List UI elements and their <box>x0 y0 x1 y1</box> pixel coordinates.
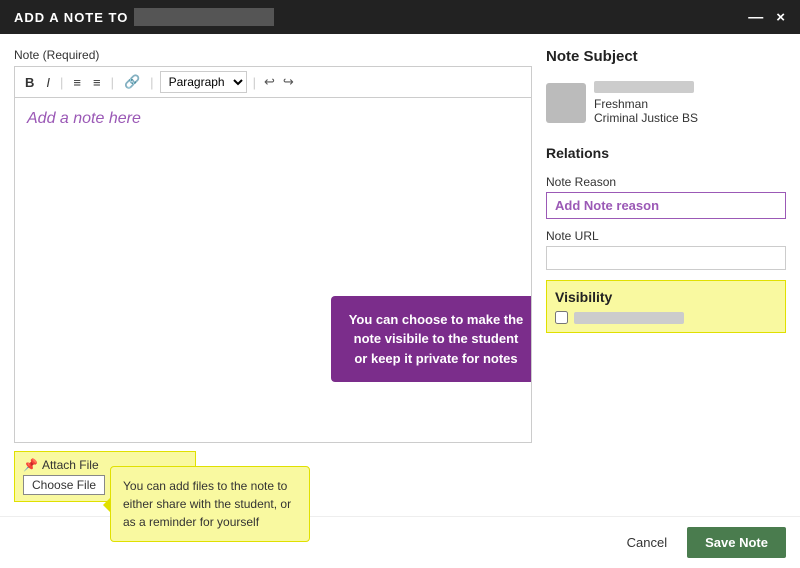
relations-title: Relations <box>546 145 786 161</box>
note-reason-label: Note Reason <box>546 175 786 189</box>
visibility-section: Visibility <box>546 280 786 333</box>
right-column: Note Subject Freshman Criminal Justice B… <box>546 48 786 443</box>
subject-profile: Freshman Criminal Justice BS <box>546 81 786 125</box>
subject-grade: Freshman <box>594 97 698 111</box>
modal-container: ADD A NOTE TO — × Note (Required) B I | … <box>0 0 800 568</box>
editor-toolbar: B I | ≡ ≡ | 🔗 | Paragraph | ↩ ↪ <box>14 66 532 97</box>
visibility-callout: You can choose to make the note visibile… <box>331 296 532 383</box>
note-url-label: Note URL <box>546 229 786 243</box>
note-reason-field: Note Reason Add Note reason <box>546 175 786 219</box>
toolbar-divider-1: | <box>60 75 63 90</box>
redo-button[interactable]: ↪ <box>281 72 296 92</box>
choose-file-button[interactable]: Choose File <box>23 475 105 495</box>
visibility-checkbox[interactable] <box>555 311 568 324</box>
note-url-input[interactable] <box>546 246 786 270</box>
ordered-list-button[interactable]: ≡ <box>89 73 105 92</box>
modal-body: Note (Required) B I | ≡ ≡ | 🔗 | Paragrap… <box>0 34 800 443</box>
visibility-check-label <box>574 312 684 324</box>
left-column: Note (Required) B I | ≡ ≡ | 🔗 | Paragrap… <box>14 48 532 443</box>
toolbar-divider-3: | <box>150 75 153 90</box>
link-button[interactable]: 🔗 <box>120 72 144 92</box>
minimize-button[interactable]: — <box>748 9 764 26</box>
save-note-button[interactable]: Save Note <box>687 527 786 558</box>
italic-button[interactable]: I <box>42 73 54 92</box>
bottom-area: 📌 Attach File Choose File No file chosen… <box>0 443 800 512</box>
close-button[interactable]: × <box>776 9 786 26</box>
unordered-list-button[interactable]: ≡ <box>69 73 85 92</box>
toolbar-divider-4: | <box>253 75 256 90</box>
paragraph-select[interactable]: Paragraph <box>160 71 247 93</box>
note-subject-title: Note Subject <box>546 48 786 65</box>
editor-area[interactable]: Add a note here You can choose to make t… <box>14 97 532 443</box>
file-callout: You can add files to the note to either … <box>110 466 310 542</box>
cancel-button[interactable]: Cancel <box>617 529 677 556</box>
subject-major: Criminal Justice BS <box>594 111 698 125</box>
bold-button[interactable]: B <box>21 73 38 92</box>
visibility-check-row <box>555 311 777 324</box>
title-prefix: ADD A NOTE TO <box>14 10 128 25</box>
modal-header: ADD A NOTE TO — × <box>0 0 800 34</box>
visibility-title: Visibility <box>555 289 777 305</box>
modal-controls: — × <box>748 9 786 26</box>
note-url-field: Note URL <box>546 229 786 270</box>
undo-button[interactable]: ↩ <box>262 72 277 92</box>
add-note-reason-button[interactable]: Add Note reason <box>546 192 786 219</box>
editor-placeholder: Add a note here <box>27 110 519 128</box>
note-required-label: Note (Required) <box>14 48 532 62</box>
paperclip-icon: 📌 <box>23 458 38 472</box>
student-name-redacted <box>134 8 274 26</box>
toolbar-divider-2: | <box>111 75 114 90</box>
modal-title: ADD A NOTE TO <box>14 8 274 26</box>
subject-name-redacted <box>594 81 694 93</box>
avatar <box>546 83 586 123</box>
subject-info: Freshman Criminal Justice BS <box>594 81 698 125</box>
